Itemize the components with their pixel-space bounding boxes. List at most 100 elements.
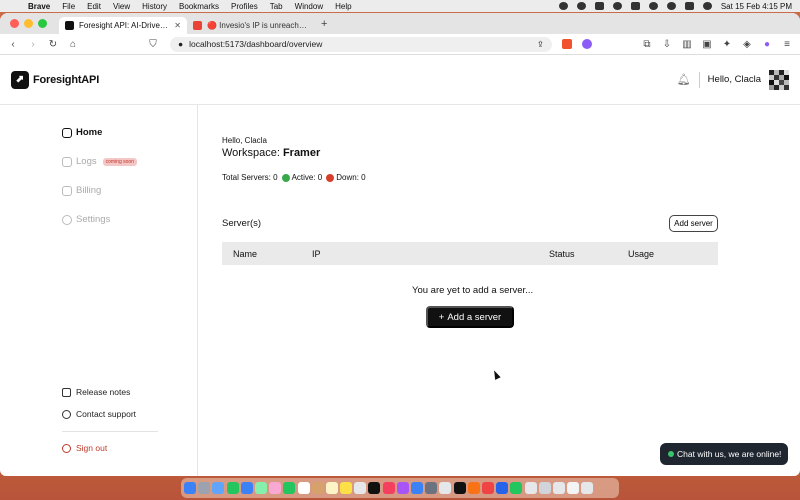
- tab-gmail[interactable]: 🔴 Invesio's IP is unreachable -: [187, 17, 315, 34]
- sidebar-item-label: Home: [76, 127, 103, 138]
- app-store-icon[interactable]: [411, 482, 423, 494]
- add-a-server-button[interactable]: + Add a server: [426, 306, 514, 328]
- foresight-logo-icon[interactable]: ⬈: [11, 70, 29, 89]
- sidebar-item-billing[interactable]: Billing: [62, 185, 101, 196]
- mail-icon[interactable]: [240, 482, 253, 494]
- preview-icon[interactable]: [552, 482, 565, 494]
- menu-clock[interactable]: Sat 15 Feb 4:15 PM: [721, 2, 792, 11]
- app-status-icon[interactable]: [594, 2, 604, 10]
- column-usage[interactable]: Usage: [628, 249, 654, 259]
- sidebar-item-home[interactable]: Home: [62, 127, 102, 138]
- notes-icon[interactable]: [340, 482, 353, 494]
- menu-tab[interactable]: Tab: [270, 2, 283, 11]
- chatgpt-icon[interactable]: [576, 2, 586, 10]
- menu-bookmarks[interactable]: Bookmarks: [179, 2, 219, 11]
- menu-profiles[interactable]: Profiles: [231, 2, 258, 11]
- bookmark-icon[interactable]: ⛉: [148, 39, 158, 50]
- extension-status-icon[interactable]: [612, 2, 622, 10]
- sidebar-toggle-icon[interactable]: ▥: [682, 39, 692, 50]
- workspace-name: Framer: [282, 147, 321, 159]
- leo-ai-icon[interactable]: ✦: [722, 39, 732, 50]
- safari-icon[interactable]: [212, 482, 225, 494]
- column-ip[interactable]: IP: [312, 249, 321, 259]
- tab-title: 🔴 Invesio's IP is unreachable -: [207, 21, 309, 30]
- share-icon[interactable]: ⇪: [537, 39, 544, 50]
- vscode-icon[interactable]: [496, 482, 509, 494]
- calendar-icon[interactable]: [297, 482, 310, 494]
- freeform-icon[interactable]: [354, 482, 367, 494]
- photos-icon[interactable]: [269, 482, 282, 494]
- trash-icon[interactable]: [581, 482, 594, 494]
- slack-icon[interactable]: [439, 482, 452, 494]
- down-dot-icon: [326, 173, 335, 182]
- app-icon[interactable]: [524, 482, 537, 494]
- launchpad-icon[interactable]: [198, 482, 211, 494]
- vpn-icon[interactable]: ◈: [742, 39, 752, 50]
- new-tab-button[interactable]: +: [321, 18, 327, 30]
- avatar[interactable]: [769, 69, 789, 90]
- podcasts-icon[interactable]: [396, 482, 409, 494]
- close-window-button[interactable]: [10, 19, 19, 28]
- terminal-icon[interactable]: [453, 482, 466, 494]
- wifi-icon[interactable]: [648, 2, 658, 10]
- brave-icon[interactable]: [467, 482, 480, 494]
- extensions-icon[interactable]: ⧉: [642, 39, 652, 50]
- downloads-icon[interactable]: ⇩: [662, 39, 672, 50]
- tv-icon[interactable]: [368, 482, 381, 494]
- wallet-icon[interactable]: ▣: [702, 39, 712, 50]
- menu-window[interactable]: Window: [295, 2, 323, 11]
- sidebar-item-contact-support[interactable]: Contact support: [62, 409, 136, 419]
- brave-rewards-icon[interactable]: [582, 39, 592, 49]
- column-name[interactable]: Name: [233, 249, 257, 259]
- sign-out-button[interactable]: Sign out: [62, 443, 107, 453]
- menu-edit[interactable]: Edit: [87, 2, 101, 11]
- settings-icon: [62, 214, 72, 225]
- menu-file[interactable]: File: [62, 2, 75, 11]
- url-text[interactable]: localhost:5173/dashboard/overview: [189, 39, 531, 49]
- system-settings-icon[interactable]: [425, 482, 438, 494]
- sidebar-item-label: Contact support: [76, 409, 137, 419]
- profile-icon[interactable]: ●: [762, 39, 772, 50]
- back-icon[interactable]: ‹: [8, 39, 18, 50]
- forward-icon[interactable]: ›: [28, 39, 38, 50]
- menu-history[interactable]: History: [142, 2, 167, 11]
- home-icon[interactable]: ⌂: [68, 39, 78, 50]
- record-icon[interactable]: [558, 2, 568, 10]
- zoom-window-button[interactable]: [38, 19, 47, 28]
- minimize-window-button[interactable]: [24, 19, 33, 28]
- site-info-icon[interactable]: ●: [178, 39, 183, 49]
- brave-shields-icon[interactable]: [562, 39, 572, 49]
- contacts-icon[interactable]: [311, 482, 324, 494]
- sidebar-item-settings[interactable]: Settings: [62, 214, 110, 225]
- music-icon[interactable]: [382, 482, 395, 494]
- reminders-icon[interactable]: [325, 482, 338, 494]
- finder-icon[interactable]: [184, 482, 196, 494]
- menu-icon[interactable]: ≡: [782, 39, 792, 50]
- tab-foresight[interactable]: Foresight API: AI-Driven Serv ✕: [59, 17, 187, 34]
- brand-name[interactable]: ForesightAPI: [33, 74, 99, 86]
- close-tab-icon[interactable]: ✕: [174, 21, 181, 30]
- siri-icon[interactable]: [702, 2, 712, 10]
- address-bar[interactable]: ● localhost:5173/dashboard/overview ⇪: [170, 36, 552, 52]
- chat-widget[interactable]: Chat with us, we are online!: [660, 443, 788, 465]
- online-dot-icon: [668, 451, 674, 457]
- messages-icon[interactable]: [226, 482, 239, 494]
- chatgpt-dock-icon[interactable]: [538, 482, 551, 494]
- bell-icon[interactable]: 🔔︎: [677, 73, 691, 86]
- menu-help[interactable]: Help: [335, 2, 351, 11]
- menu-view[interactable]: View: [113, 2, 130, 11]
- maps-icon[interactable]: [254, 482, 267, 494]
- whatsapp-icon[interactable]: [510, 482, 523, 494]
- reload-icon[interactable]: ↻: [48, 39, 58, 50]
- sidebar-item-release-notes[interactable]: Release notes: [62, 387, 130, 397]
- facetime-icon[interactable]: [283, 482, 296, 494]
- downloads-folder-icon[interactable]: [567, 482, 580, 494]
- spotlight-icon[interactable]: [666, 2, 676, 10]
- control-center-icon[interactable]: [684, 2, 694, 10]
- menu-app-name[interactable]: Brave: [28, 2, 50, 11]
- add-server-button[interactable]: Add server: [669, 215, 718, 232]
- sidebar-item-logs[interactable]: Logs coming soon: [62, 156, 137, 167]
- todoist-icon[interactable]: [481, 482, 494, 494]
- column-status[interactable]: Status: [549, 249, 575, 259]
- battery-icon[interactable]: [630, 2, 640, 10]
